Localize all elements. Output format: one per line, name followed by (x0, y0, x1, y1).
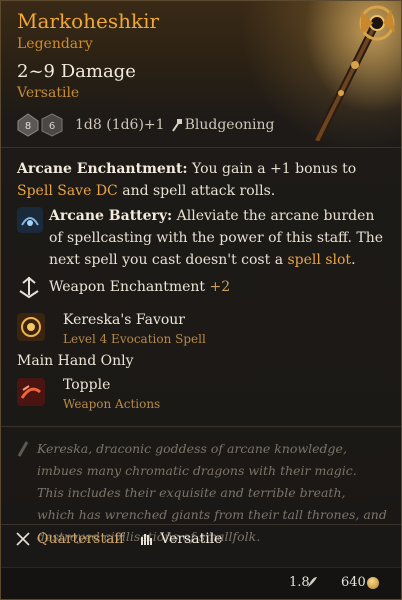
damage-range: 2~9 Damage (17, 61, 136, 82)
svg-text:6: 6 (49, 121, 55, 132)
arcane-enchantment-text: Arcane Enchantment: You gain a +1 bonus … (17, 158, 389, 202)
kereskas-favour-icon[interactable] (17, 313, 45, 341)
d6-die-icon: 6 (41, 113, 63, 137)
battery-text-b: . (351, 252, 356, 268)
enchantment-title: Arcane Enchantment: (17, 161, 188, 177)
spell-slot-link[interactable]: spell slot (288, 252, 352, 268)
svg-text:8: 8 (25, 121, 31, 132)
item-tooltip: Markoheshkir Legendary 2~9 Damage Versat… (0, 0, 402, 600)
action-detail: Weapon Actions (63, 397, 161, 411)
spell-detail: Level 4 Evocation Spell (63, 332, 206, 346)
footer-tags: Quarterstaff Versatile (15, 531, 222, 547)
divider (1, 426, 401, 427)
quarterstaff-icon (16, 532, 30, 546)
damage-type: Bludgeoning (184, 117, 275, 133)
arcane-battery-text: Arcane Battery: Alleviate the arcane bur… (49, 205, 389, 271)
weapon-property-footer: Versatile (160, 531, 223, 547)
weapon-enchantment-label: Weapon Enchantment (49, 279, 206, 295)
item-name: Markoheshkir (17, 9, 160, 33)
battery-title: Arcane Battery: (49, 208, 173, 224)
divider (1, 147, 401, 148)
main-hand-only: Main Hand Only (17, 353, 134, 369)
staff-image (287, 1, 401, 141)
damage-dice-row: 8 6 1d8 (1d6)+1 Bludgeoning (17, 111, 274, 139)
divider (1, 524, 401, 525)
weapon-enchantment-icon (19, 276, 39, 299)
d8-die-icon: 8 (17, 113, 39, 137)
weapon-property: Versatile (17, 85, 80, 101)
quill-icon (17, 441, 29, 457)
enchantment-text-b: and spell attack rolls. (117, 183, 276, 199)
bludgeoning-icon (171, 119, 182, 132)
item-rarity: Legendary (17, 36, 93, 52)
versatile-icon (141, 534, 153, 545)
spell-name: Kereska's Favour (63, 312, 186, 328)
price-value: 640 (341, 575, 366, 590)
topple-icon[interactable] (17, 378, 45, 406)
weapon-enchantment-value: +2 (209, 279, 231, 295)
arcane-battery-icon (17, 207, 43, 233)
action-name: Topple (63, 377, 111, 393)
weight-icon (308, 577, 317, 587)
gold-coin-icon (367, 577, 379, 589)
weapon-enchantment: Weapon Enchantment +2 (49, 279, 230, 295)
enchantment-text-a: You gain a +1 bonus to (187, 161, 357, 177)
weapon-type: Quarterstaff (37, 531, 125, 547)
spell-save-dc-link[interactable]: Spell Save DC (17, 183, 118, 199)
dice-formula: 1d8 (1d6)+1 (75, 117, 165, 133)
